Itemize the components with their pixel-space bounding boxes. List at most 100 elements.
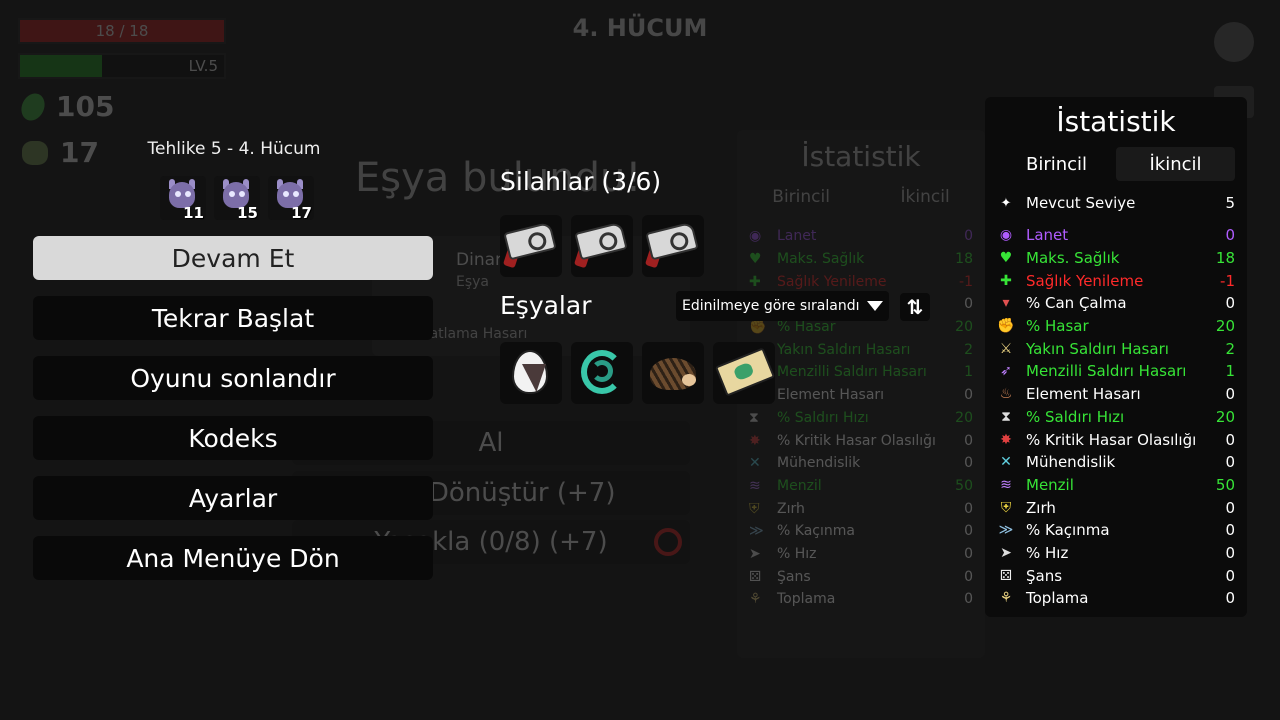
stat-row: ⧗ % Saldırı Hızı 20	[749, 407, 973, 430]
stat-name: Menzil	[777, 477, 822, 494]
stat-value: 20	[1215, 407, 1235, 426]
stat-name: % Saldırı Hızı	[1026, 407, 1125, 426]
stat-row: ⚘ Toplama 0	[997, 587, 1235, 610]
range-icon: ≋	[749, 477, 761, 494]
stat-name: % Kritik Hasar Olasılığı	[777, 432, 936, 449]
stat-name: % Kaçınma	[777, 523, 855, 540]
crit-icon: ✸	[749, 432, 761, 449]
stat-row-level: ✦ Mevcut Seviye 5	[997, 192, 1235, 214]
stat-value: 20	[1215, 317, 1235, 336]
background-stats-title: İstatistik	[801, 140, 921, 173]
level-icon: ✦	[1000, 195, 1012, 211]
heart-plus-icon: ✚	[1000, 272, 1012, 289]
purple-skull-icon: 11	[160, 176, 206, 222]
sort-arrows-icon[interactable]: ⇅	[900, 293, 930, 321]
purple-skull-icon: 15	[214, 176, 260, 222]
harvest-icon: ⚘	[999, 590, 1013, 607]
shield-icon: ⛨	[749, 500, 760, 517]
revolver-icon	[645, 221, 699, 261]
item-slot-4[interactable]	[713, 342, 776, 404]
stat-value: -1	[1220, 271, 1235, 290]
stat-name: % Hasar	[1026, 317, 1089, 336]
stat-row: ⧗ % Saldırı Hızı 20	[997, 406, 1235, 429]
stat-value: 0	[1225, 543, 1235, 562]
stat-value: 0	[964, 568, 973, 585]
stat-name: Sağlık Yenileme	[777, 273, 887, 290]
stat-name: Mühendislik	[777, 455, 861, 472]
stat-row: ⚄ Şans 0	[997, 564, 1235, 587]
tab-primary[interactable]: Birincil	[997, 147, 1116, 181]
stat-row: ✕ Mühendislik 0	[997, 451, 1235, 474]
stat-value: 50	[1215, 475, 1235, 494]
ban-icon	[654, 528, 682, 556]
stat-value: 18	[1215, 249, 1235, 268]
materials-counter: 105	[17, 89, 114, 124]
end-run-button[interactable]: Oyunu sonlandır	[33, 356, 433, 400]
sword-icon: ⚔	[999, 340, 1013, 357]
weapon-slot-1[interactable]	[500, 215, 562, 277]
stat-value: 2	[1225, 339, 1235, 358]
stat-name: Yakın Saldırı Hasarı	[1026, 339, 1169, 358]
dice-icon: ⚄	[999, 567, 1013, 584]
item-slot-2[interactable]	[571, 342, 633, 404]
tab-secondary[interactable]: İkincil	[1116, 147, 1235, 181]
background-tab-secondary: İkincil	[900, 187, 950, 207]
stat-name: Sağlık Yenileme	[1026, 271, 1144, 290]
harvest-icon: ⚘	[749, 591, 762, 608]
stat-row: ≫ % Kaçınma 0	[997, 519, 1235, 542]
stat-value: -1	[959, 273, 973, 290]
sort-dropdown[interactable]: Edinilmeye göre sıralandı	[676, 291, 890, 321]
stat-row: ♥ Maks. Sağlık 18	[749, 248, 973, 271]
stat-value: 1	[1225, 362, 1235, 381]
stat-value: 0	[964, 523, 973, 540]
crit-icon: ✸	[1000, 431, 1012, 448]
stat-row: ⚔Yakın Saldırı Hasarı2	[749, 338, 973, 361]
stat-row: ◉ Lanet 0	[997, 224, 1235, 247]
stat-value: 0	[964, 228, 973, 245]
stat-row: ♨Element Hasarı0	[749, 384, 973, 407]
hourglass-icon: ⧗	[749, 409, 759, 426]
stat-value: 50	[955, 477, 973, 494]
stat-value: 0	[964, 432, 973, 449]
stat-row: ⛨ Zırh 0	[749, 497, 973, 520]
item-slot-1[interactable]	[500, 342, 562, 404]
background-stat-rows: ◉ Lanet 0 ♥ Maks. Sağlık 18 ✚ Sağlık Yenileme -1…	[737, 225, 985, 611]
flame-icon: ♨	[999, 386, 1013, 403]
weapon-slot-2[interactable]	[571, 215, 633, 277]
stat-value: 2	[964, 341, 973, 358]
muscle-icon: ✊	[997, 318, 1015, 335]
stat-value: 0	[964, 296, 973, 313]
stat-value: 20	[955, 319, 973, 336]
stat-name: Lanet	[777, 228, 817, 245]
eye-icon: ◉	[749, 228, 762, 245]
item-slot-3[interactable]	[642, 342, 704, 404]
stat-row: ≫ % Kaçınma 0	[749, 520, 973, 543]
codex-button[interactable]: Kodeks	[33, 416, 433, 460]
stat-row: ➶Menzilli Saldırı Hasarı1	[749, 361, 973, 384]
stat-row: ⚘ Toplama 0	[749, 588, 973, 611]
stat-row: ✸ % Kritik Hasar Olasılığı 0	[997, 428, 1235, 451]
stat-name: Element Hasarı	[1026, 385, 1141, 404]
stat-row: ≋ Menzil 50	[997, 474, 1235, 497]
resume-button[interactable]: Devam Et	[33, 236, 433, 280]
heart-icon: ♥	[999, 250, 1013, 267]
revolver-icon	[503, 221, 557, 261]
stat-row: ⛨ Zırh 0	[997, 496, 1235, 519]
muscle-icon: ✊	[749, 319, 767, 336]
weapon-slot-3[interactable]	[642, 215, 704, 277]
stat-value: 0	[1225, 430, 1235, 449]
heart-icon: ♥	[749, 251, 762, 268]
stat-row: ✸ % Kritik Hasar Olasılığı 0	[749, 429, 973, 452]
stat-name: % Hasar	[777, 319, 836, 336]
main-menu-button[interactable]: Ana Menüye Dön	[33, 536, 433, 580]
wrench-icon: ✕	[1000, 454, 1012, 471]
restart-button[interactable]: Tekrar Başlat	[33, 296, 433, 340]
danger-icons: 11 15 17	[160, 176, 314, 222]
stat-value: 0	[1225, 589, 1235, 608]
stat-value: 0	[964, 455, 973, 472]
settings-button[interactable]: Ayarlar	[33, 476, 433, 520]
stats-panel: İstatistik Birincil İkincil ✦ Mevcut Sev…	[985, 97, 1247, 617]
material-icon	[17, 89, 49, 124]
stat-row: ▾ % Can Çalma 0	[997, 292, 1235, 315]
stat-value: 1	[964, 364, 973, 381]
